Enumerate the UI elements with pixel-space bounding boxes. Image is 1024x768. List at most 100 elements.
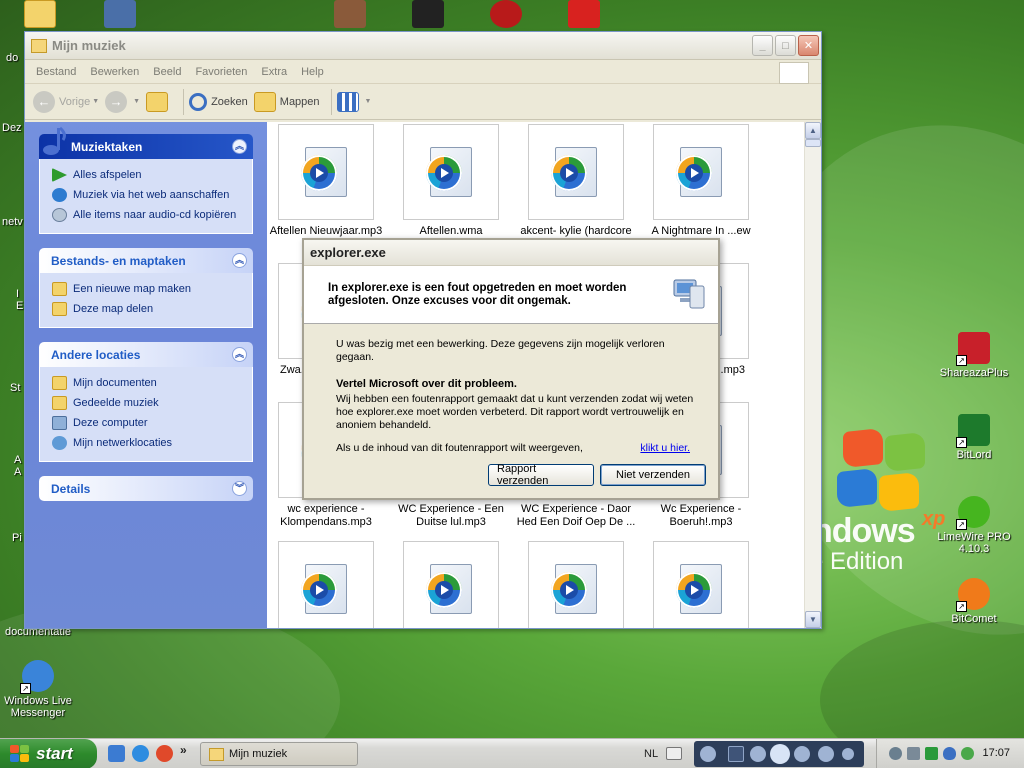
previous-icon[interactable]: [750, 746, 766, 762]
task-new-folder[interactable]: Een nieuwe map maken: [52, 279, 242, 299]
chevron-down-icon[interactable]: ︾: [232, 481, 247, 496]
chevron-up-icon[interactable]: ︽: [232, 139, 247, 154]
file-item[interactable]: [516, 541, 636, 628]
game-icon[interactable]: [334, 0, 366, 28]
keyboard-icon[interactable]: [666, 747, 682, 760]
start-button[interactable]: start: [0, 739, 97, 768]
desktop-icon-fragment[interactable]: netv: [0, 216, 26, 228]
tray-icon-1[interactable]: [889, 747, 902, 760]
panel-header-details[interactable]: Details ︾: [39, 476, 253, 501]
restore-player-icon[interactable]: [842, 748, 854, 760]
desktop-icon-fragment[interactable]: do: [0, 52, 26, 64]
search-button[interactable]: Zoeken: [189, 92, 248, 111]
app-icon[interactable]: [104, 0, 136, 28]
task-label: Deze computer: [73, 417, 148, 429]
file-item[interactable]: Aftellen Nieuwjaar.mp3: [267, 124, 386, 238]
game-icon-2[interactable]: [412, 0, 444, 28]
scroll-thumb[interactable]: [805, 139, 821, 147]
quicklaunch-more-button[interactable]: »: [180, 743, 187, 757]
desktop-icon-fragment[interactable]: St: [0, 382, 26, 394]
back-button[interactable]: ← Vorige ▼: [33, 90, 99, 113]
folder-icon[interactable]: [24, 0, 56, 28]
file-item[interactable]: [391, 541, 511, 628]
task-copy-to-cd[interactable]: Alle items naar audio-cd kopiëren: [52, 205, 242, 225]
panel-header-files[interactable]: Bestands- en maptaken ︽: [39, 248, 253, 273]
desktop-icon-bitcomet[interactable]: ↗ BitComet: [936, 578, 1012, 625]
explorer-titlebar[interactable]: Mijn muziek _ □ ✕: [25, 32, 821, 60]
desktop-icon-messenger[interactable]: ↗ Windows Live Messenger: [0, 660, 76, 719]
menu-file[interactable]: Bestand: [29, 66, 83, 78]
folders-button[interactable]: Mappen: [253, 91, 320, 112]
tray-icon-3[interactable]: [925, 747, 938, 760]
desktop-icon-limewire[interactable]: ↗ LimeWire PRO 4.10.3: [936, 496, 1012, 555]
volume-icon[interactable]: [818, 746, 834, 762]
taskbar-button-label: Mijn muziek: [229, 748, 288, 760]
desktop-icon-fragment[interactable]: I E: [0, 288, 26, 312]
messenger-tray-icon[interactable]: [961, 747, 974, 760]
file-item[interactable]: [267, 541, 386, 628]
app-icon-red[interactable]: [490, 0, 522, 28]
computer-icon: [52, 416, 67, 430]
error-dialog[interactable]: explorer.exe In explorer.exe is een fout…: [302, 238, 720, 500]
file-name: akcent- kylie (hardcore: [520, 225, 632, 237]
views-button[interactable]: ▼: [336, 91, 371, 112]
menu-edit[interactable]: Bewerken: [83, 66, 146, 78]
place-network[interactable]: Mijn netwerklocaties: [52, 433, 242, 453]
desktop-icon-bitlord[interactable]: ↗ BitLord: [936, 414, 1012, 461]
file-item[interactable]: A Nightmare In ...ew Ha...: [641, 124, 761, 251]
media-file-thumbnail: [403, 541, 499, 628]
quicklaunch-desktop-icon[interactable]: [108, 745, 125, 762]
tray-icon-2[interactable]: [907, 747, 920, 760]
task-play-all[interactable]: Alles afspelen: [52, 165, 242, 185]
view-report-link[interactable]: klikt u hier.: [640, 442, 690, 455]
language-indicator[interactable]: NL: [644, 748, 658, 760]
bitcomet-icon: ↗: [956, 578, 990, 612]
panel-header-places[interactable]: Andere locaties ︽: [39, 342, 253, 367]
chevron-down-icon: ▼: [133, 98, 141, 105]
dont-send-button[interactable]: Niet verzenden: [600, 464, 706, 486]
stop-icon[interactable]: [728, 746, 744, 762]
up-button[interactable]: [146, 91, 172, 112]
place-my-documents[interactable]: Mijn documenten: [52, 373, 242, 393]
menu-tools[interactable]: Extra: [254, 66, 294, 78]
place-shared-music[interactable]: Gedeelde muziek: [52, 393, 242, 413]
task-buy-music[interactable]: Muziek via het web aanschaffen: [52, 185, 242, 205]
panel-header-music[interactable]: Muziektaken ︽: [39, 126, 253, 159]
chevron-up-icon[interactable]: ︽: [232, 253, 247, 268]
desktop-icon-fragment[interactable]: Pi: [0, 532, 26, 544]
desktop-icon-fragment[interactable]: A A: [0, 454, 26, 478]
panel-title: Andere locaties: [51, 347, 141, 362]
menu-bar: Bestand Bewerken Beeld Favorieten Extra …: [25, 60, 821, 84]
forward-button[interactable]: → ▼: [105, 90, 141, 113]
menu-help[interactable]: Help: [294, 66, 331, 78]
dialog-info-text: U was bezig met een bewerking. Deze gege…: [336, 338, 665, 363]
scroll-down-button[interactable]: ▼: [805, 611, 821, 628]
vertical-scrollbar[interactable]: ▲ ▼: [804, 122, 821, 628]
share-folder-icon: [52, 302, 67, 316]
place-my-computer[interactable]: Deze computer: [52, 413, 242, 433]
task-share-folder[interactable]: Deze map delen: [52, 299, 242, 319]
file-item[interactable]: akcent- kylie (hardcore: [516, 124, 636, 238]
maximize-button[interactable]: □: [775, 35, 796, 56]
desktop-icon-shareaza[interactable]: ↗ ShareazaPlus: [936, 332, 1012, 379]
file-item[interactable]: [641, 541, 761, 628]
dialog-titlebar[interactable]: explorer.exe: [304, 240, 718, 266]
taskbar-button-mijn-muziek[interactable]: Mijn muziek: [200, 742, 358, 766]
minimize-button[interactable]: _: [752, 35, 773, 56]
quicklaunch-media-icon[interactable]: [156, 745, 173, 762]
next-icon[interactable]: [794, 746, 810, 762]
chevron-up-icon[interactable]: ︽: [232, 347, 247, 362]
pause-icon[interactable]: [770, 744, 790, 764]
file-item[interactable]: Aftellen.wma: [391, 124, 511, 238]
media-logo-icon[interactable]: [700, 746, 716, 762]
menu-view[interactable]: Beeld: [146, 66, 188, 78]
scroll-up-button[interactable]: ▲: [805, 122, 821, 139]
menu-favorites[interactable]: Favorieten: [188, 66, 254, 78]
close-button[interactable]: ✕: [798, 35, 819, 56]
send-report-button[interactable]: Rapport verzenden: [488, 463, 594, 487]
desktop-icon-fragment[interactable]: Dez: [0, 122, 26, 134]
file-name: Aftellen.wma: [419, 225, 483, 237]
quicklaunch-ie-icon[interactable]: [132, 745, 149, 762]
app-icon-devil[interactable]: [568, 0, 600, 28]
shield-icon[interactable]: [943, 747, 956, 760]
